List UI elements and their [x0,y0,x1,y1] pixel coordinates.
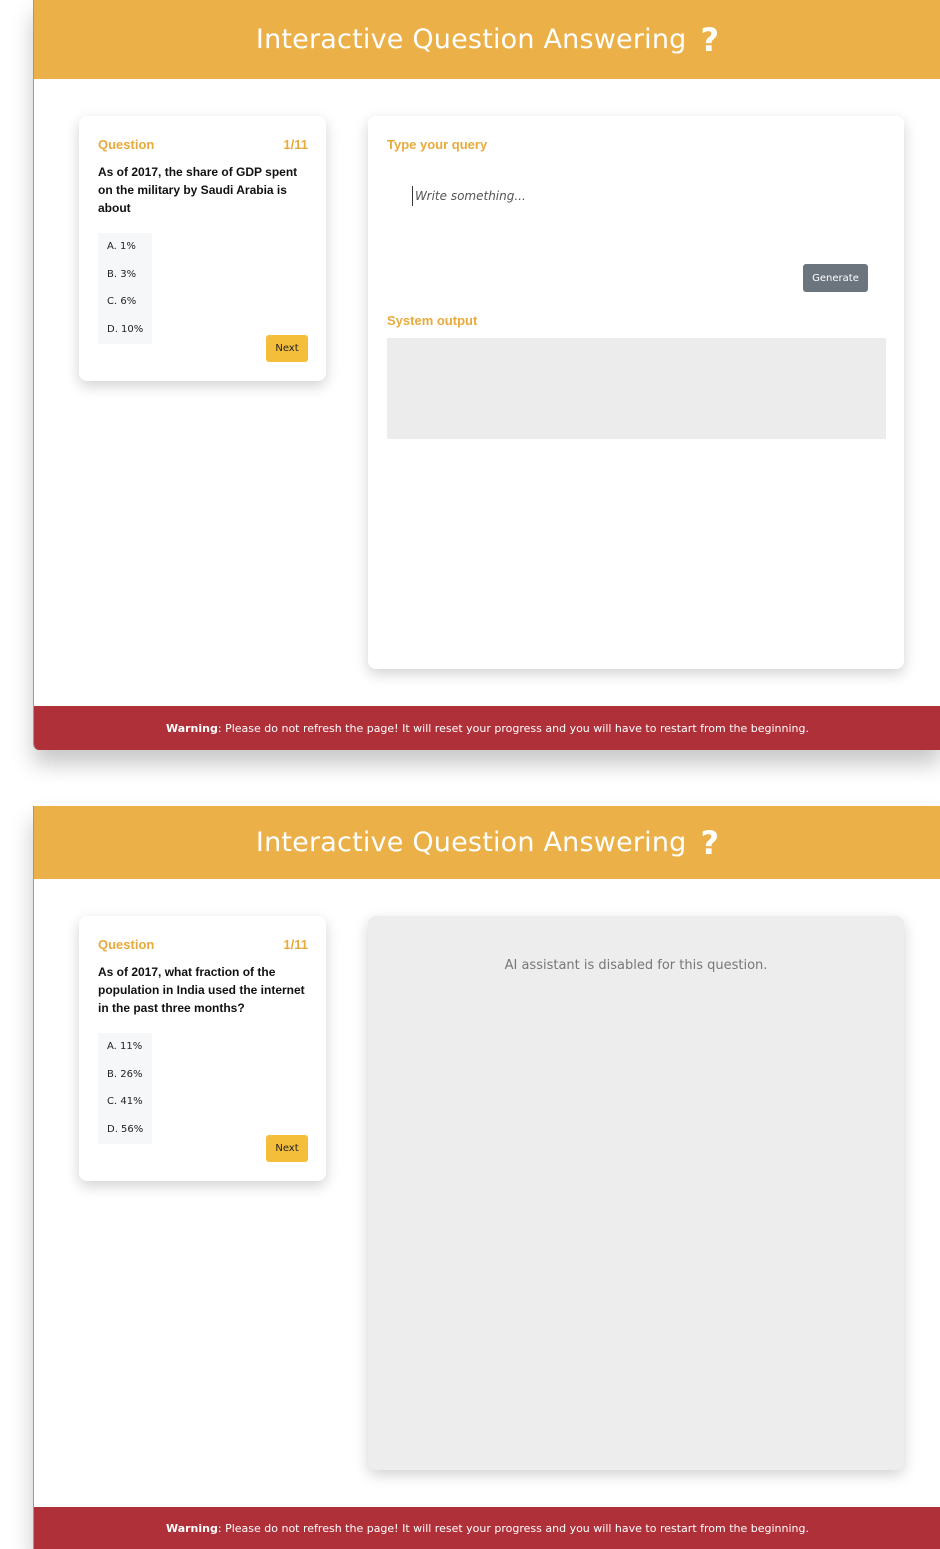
query-card: Type your query Generate System output [368,116,904,669]
system-output-label: System output [387,313,478,328]
answer-option-a[interactable]: A. 11% [98,1033,152,1061]
answer-options: A. 1% B. 3% C. 6% D. 10% [98,233,152,344]
question-label: Question [98,937,155,952]
assistant-disabled-message: AI assistant is disabled for this questi… [504,958,768,973]
app-title: Interactive Question Answering [255,827,687,858]
answer-option-c[interactable]: C. 41% [98,1088,152,1116]
answer-option-d[interactable]: D. 56% [98,1116,152,1144]
question-counter: 1/11 [283,937,308,952]
app-window-1: Interactive Question Answering ? Questio… [33,0,940,750]
warning-label: Warning [165,1521,218,1535]
warning-text: : Please do not refresh the page! It wil… [217,1521,810,1535]
query-label: Type your query [387,137,488,152]
question-mark-icon: ? [700,823,720,862]
warning-banner: Warning : Please do not refresh the page… [34,706,940,750]
warning-text: : Please do not refresh the page! It wil… [217,721,810,735]
next-button[interactable]: Next [266,1135,308,1162]
question-label: Question [98,137,155,152]
answer-option-b[interactable]: B. 3% [98,261,152,289]
warning-label: Warning [165,721,218,735]
warning-banner: Warning : Please do not refresh the page… [34,1507,940,1549]
query-input[interactable] [412,186,835,206]
answer-options: A. 11% B. 26% C. 41% D. 56% [98,1033,152,1144]
app-header: Interactive Question Answering ? [34,0,940,79]
question-header: Question 1/11 [98,937,308,952]
question-card: Question 1/11 As of 2017, what fraction … [79,916,326,1181]
generate-button[interactable]: Generate [803,264,868,292]
question-text: As of 2017, what fraction of the populat… [98,965,305,1015]
system-output-box [387,338,886,439]
app-header: Interactive Question Answering ? [34,806,940,879]
answer-option-a[interactable]: A. 1% [98,233,152,261]
app-window-2: Interactive Question Answering ? Questio… [33,806,940,1549]
question-card: Question 1/11 As of 2017, the share of G… [79,116,326,381]
question-header: Question 1/11 [98,137,308,152]
answer-option-c[interactable]: C. 6% [98,288,152,316]
answer-option-b[interactable]: B. 26% [98,1061,152,1089]
next-button[interactable]: Next [266,335,308,362]
assistant-disabled-card: AI assistant is disabled for this questi… [368,916,904,1470]
app-title: Interactive Question Answering [255,24,687,55]
question-text: As of 2017, the share of GDP spent on th… [98,165,298,215]
question-mark-icon: ? [700,20,720,59]
question-counter: 1/11 [283,137,308,152]
answer-option-d[interactable]: D. 10% [98,316,152,344]
